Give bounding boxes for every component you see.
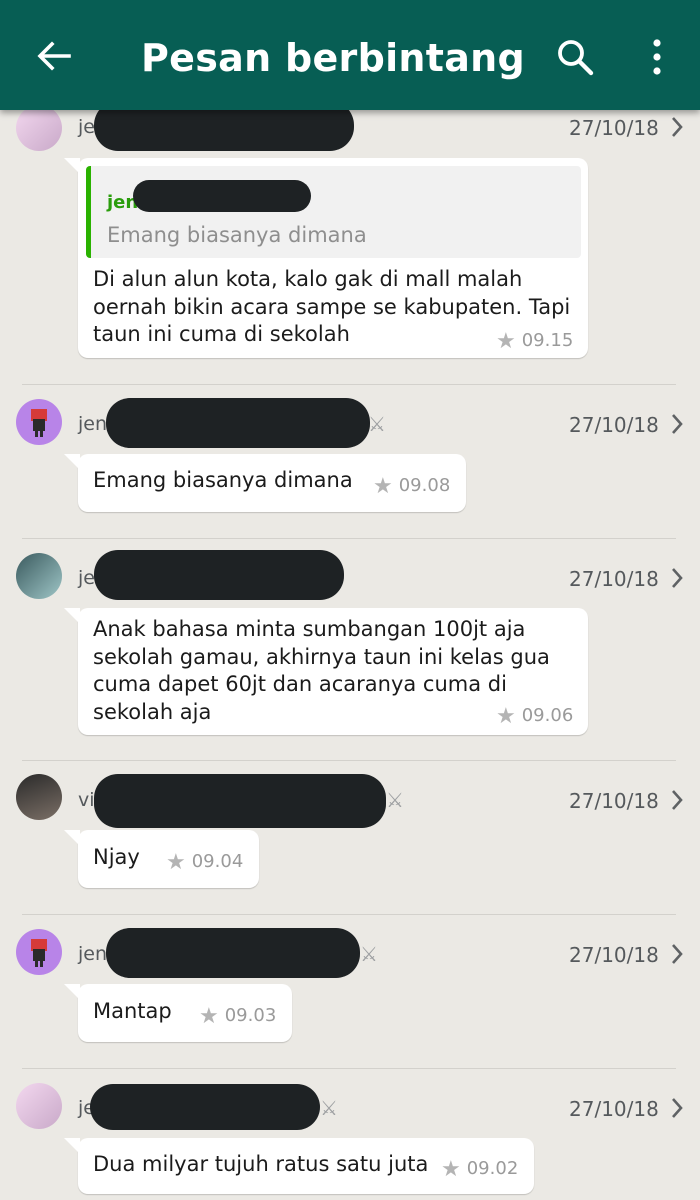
starred-message-item[interactable]: je 27/10/18 jen Emang biasanya dimana Di… (0, 100, 700, 385)
star-icon: ★ (496, 704, 516, 729)
message-meta: ★ 09.04 (166, 850, 243, 875)
avatar[interactable] (16, 399, 62, 445)
message-time: 09.08 (398, 475, 451, 496)
page-title: Pesan berbintang (141, 36, 526, 80)
message-bubble[interactable]: Anak bahasa minta sumbangan 100jt aja se… (64, 608, 588, 735)
message-time: 09.02 (466, 1158, 519, 1179)
bubble-tail (64, 158, 80, 174)
message-meta: ★ 09.15 (496, 329, 573, 354)
message-meta: ★ 09.08 (373, 474, 450, 499)
chevron-right-icon[interactable] (670, 943, 684, 965)
chevron-right-icon[interactable] (670, 413, 684, 435)
app-bar: Pesan berbintang (0, 0, 700, 110)
divider (22, 914, 676, 915)
starred-messages-list: je 27/10/18 jen Emang biasanya dimana Di… (0, 0, 700, 1200)
bubble-tail (64, 830, 80, 846)
chevron-right-icon[interactable] (670, 789, 684, 811)
avatar[interactable] (16, 553, 62, 599)
starred-message-item[interactable]: jen ⚔ 27/10/18 Mantap ★ 09.03 (0, 926, 700, 1068)
message-text: Emang biasanya dimana (93, 467, 353, 495)
starred-message-item[interactable]: je ⚔ 27/10/18 Dua milyar tujuh ratus sat… (0, 1080, 700, 1200)
message-time: 09.04 (191, 851, 244, 872)
bubble-tail (64, 608, 80, 624)
quoted-text: Emang biasanya dimana (107, 223, 367, 247)
avatar[interactable] (16, 1083, 62, 1129)
starred-message-item[interactable]: jen ⚔ 27/10/18 Emang biasanya dimana ★ 09… (0, 396, 700, 538)
quoted-message[interactable]: jen Emang biasanya dimana (86, 166, 581, 258)
avatar[interactable] (16, 105, 62, 151)
message-date: 27/10/18 (569, 567, 659, 591)
redacted-name (94, 550, 344, 600)
message-date: 27/10/18 (569, 1097, 659, 1121)
redacted-name (106, 398, 370, 448)
redacted-name (106, 928, 360, 978)
message-bubble[interactable]: Dua milyar tujuh ratus satu juta ★ 09.02 (64, 1138, 534, 1194)
arrow-back-icon[interactable] (36, 38, 72, 74)
message-time: 09.15 (521, 330, 574, 351)
message-bubble[interactable]: Emang biasanya dimana ★ 09.08 (64, 454, 466, 512)
message-time: 09.03 (224, 1005, 277, 1026)
sender-name: jen (78, 413, 108, 435)
star-icon: ★ (373, 474, 393, 499)
divider (22, 1068, 676, 1069)
bubble-tail (64, 984, 80, 1000)
message-line: cuma dapet 60jt dan acaranya cuma di (93, 672, 507, 696)
avatar-figure-icon (31, 939, 47, 967)
sender-name: jen (78, 943, 108, 965)
avatar-figure-icon (31, 409, 47, 437)
redacted-name (133, 180, 311, 212)
starred-message-item[interactable]: je 27/10/18 Anak bahasa minta sumbangan … (0, 550, 700, 760)
sender-name: vi (78, 789, 95, 811)
bubble-tail (64, 454, 80, 470)
starred-message-item[interactable]: vi ⚔ 27/10/18 Njay ★ 09.04 (0, 772, 700, 914)
message-line: Di alun alun kota, kalo gak di mall mala… (93, 267, 523, 291)
chevron-right-icon[interactable] (670, 567, 684, 589)
search-icon[interactable] (556, 38, 594, 76)
star-icon: ★ (166, 850, 186, 875)
message-text: Dua milyar tujuh ratus satu juta (93, 1151, 428, 1179)
more-vert-icon[interactable] (645, 38, 669, 76)
message-line: sekolah gamau, akhirnya taun ini kelas g… (93, 644, 550, 669)
message-meta: ★ 09.06 (496, 704, 573, 729)
message-date: 27/10/18 (569, 413, 659, 437)
bubble-tail (64, 1138, 80, 1154)
redacted-name (90, 1084, 320, 1130)
message-text: Mantap (93, 998, 172, 1026)
message-date: 27/10/18 (569, 789, 659, 813)
chevron-right-icon[interactable] (670, 116, 684, 138)
divider (22, 538, 676, 539)
message-line: Njay (93, 845, 140, 869)
swords-emoji-icon: ⚔ (320, 1098, 338, 1120)
message-line: Dua milyar tujuh ratus satu juta (93, 1152, 429, 1176)
sender-name: je (78, 567, 95, 589)
message-line: sekolah aja (93, 699, 212, 724)
message-time: 09.06 (521, 705, 574, 726)
message-date: 27/10/18 (569, 943, 659, 967)
swords-emoji-icon: ⚔ (360, 944, 378, 966)
message-line: Mantap (93, 999, 172, 1023)
message-text: Njay (93, 844, 140, 872)
avatar[interactable] (16, 929, 62, 975)
message-line: oernah bikin acara sampe se kabupaten. T… (93, 294, 571, 319)
message-bubble[interactable]: jen Emang biasanya dimana Di alun alun k… (64, 158, 588, 358)
message-bubble[interactable]: Mantap ★ 09.03 (64, 984, 292, 1042)
star-icon: ★ (199, 1004, 219, 1029)
message-text: Anak bahasa minta sumbangan 100jt aja se… (93, 616, 550, 726)
star-icon: ★ (496, 329, 516, 354)
swords-emoji-icon: ⚔ (386, 790, 404, 812)
message-bubble[interactable]: Njay ★ 09.04 (64, 830, 259, 888)
message-meta: ★ 09.02 (441, 1157, 518, 1182)
message-line: Anak bahasa minta sumbangan 100jt aja (93, 617, 526, 641)
message-meta: ★ 09.03 (199, 1004, 276, 1029)
message-date: 27/10/18 (569, 116, 659, 140)
sender-name: je (78, 116, 95, 138)
divider (22, 760, 676, 761)
star-icon: ★ (441, 1157, 461, 1182)
avatar[interactable] (16, 774, 62, 820)
message-line: Emang biasanya dimana (93, 468, 353, 492)
redacted-name (94, 774, 386, 828)
swords-emoji-icon: ⚔ (368, 414, 386, 436)
chevron-right-icon[interactable] (670, 1097, 684, 1119)
divider (22, 384, 676, 385)
